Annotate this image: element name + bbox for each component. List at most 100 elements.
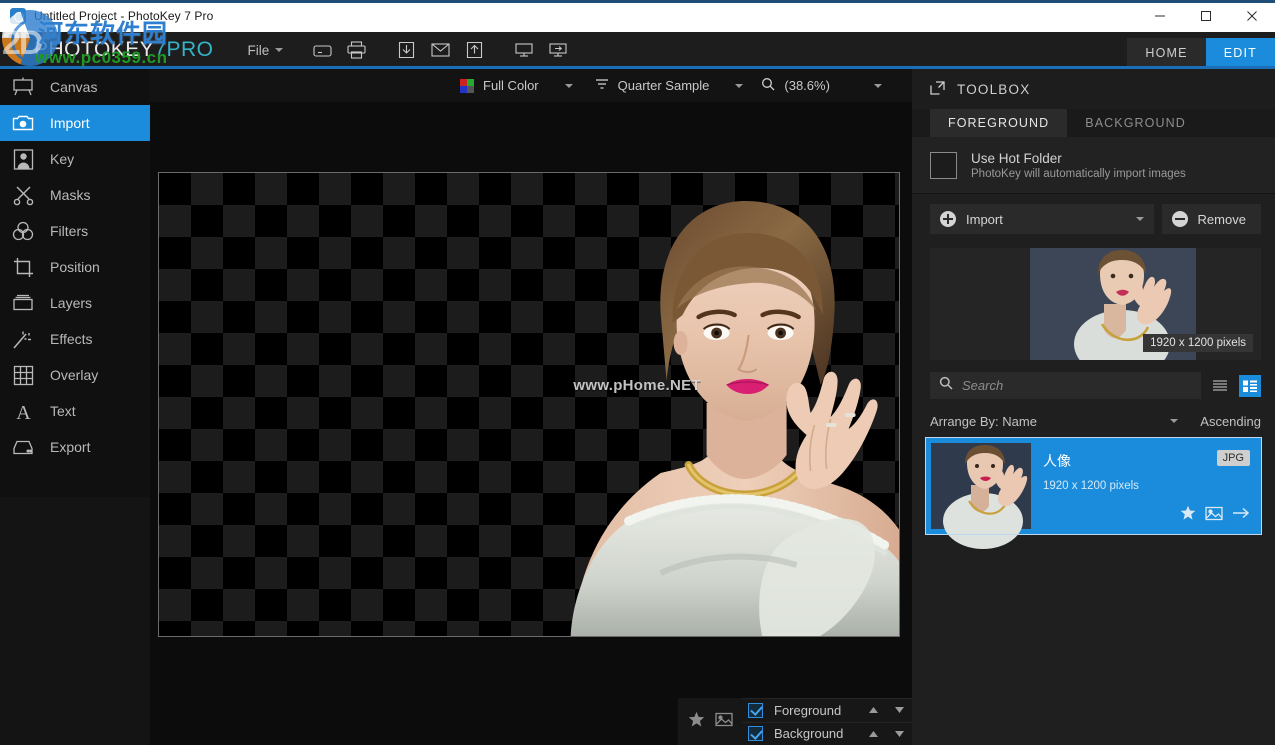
photokey-app-icon bbox=[10, 8, 26, 24]
star-icon[interactable] bbox=[688, 711, 705, 733]
toolbox-tabs: FOREGROUND BACKGROUND bbox=[912, 109, 1275, 137]
popout-icon[interactable] bbox=[930, 80, 945, 98]
monitor-icon[interactable] bbox=[509, 37, 539, 63]
toolbox-panel: TOOLBOX FOREGROUND BACKGROUND Use Hot Fo… bbox=[912, 69, 1275, 745]
arrow-up-icon[interactable] bbox=[860, 706, 886, 714]
sidebar-item-overlay[interactable]: Overlay bbox=[0, 357, 150, 393]
sidebar-item-layers[interactable]: Layers bbox=[0, 285, 150, 321]
layer-visibility-checkbox[interactable] bbox=[748, 702, 763, 718]
arrange-row: Arrange By: Name Ascending bbox=[912, 407, 1275, 435]
star-icon[interactable] bbox=[1180, 505, 1196, 526]
chevron-down-icon bbox=[735, 83, 744, 88]
window-controls bbox=[1137, 0, 1275, 32]
hot-folder-checkbox[interactable] bbox=[930, 151, 957, 179]
search-icon bbox=[939, 376, 953, 395]
image-preview[interactable]: 1920 x 1200 pixels bbox=[930, 248, 1261, 360]
toolbox-header: TOOLBOX bbox=[912, 69, 1275, 109]
canvas-area[interactable]: www.pHome.NET bbox=[150, 102, 912, 745]
title-bar: Untitled Project - PhotoKey 7 Pro bbox=[0, 0, 1275, 32]
arrange-by-dropdown[interactable]: Arrange By: Name bbox=[930, 414, 1037, 429]
list-view-icon[interactable] bbox=[1209, 375, 1231, 397]
image-icon[interactable] bbox=[1205, 506, 1223, 526]
file-list: 人像 1920 x 1200 pixels JPG bbox=[912, 435, 1275, 549]
import-icon[interactable] bbox=[391, 37, 421, 63]
logo-text-part1: PHOTOKEY bbox=[34, 38, 155, 61]
file-thumbnail bbox=[931, 443, 1031, 549]
sidebar-item-masks[interactable]: Masks bbox=[0, 177, 150, 213]
tab-foreground[interactable]: FOREGROUND bbox=[930, 109, 1068, 137]
sidebar-item-label: Import bbox=[50, 115, 90, 131]
image-icon[interactable] bbox=[714, 712, 733, 732]
chevron-down-icon[interactable] bbox=[1170, 419, 1179, 423]
zoom-dropdown[interactable]: (38.6%) bbox=[761, 69, 894, 102]
grid-view-icon[interactable] bbox=[1239, 374, 1261, 397]
zoom-level-label: (38.6%) bbox=[784, 78, 830, 93]
sidebar-item-position[interactable]: Position bbox=[0, 249, 150, 285]
logo-version-number: 7 bbox=[154, 38, 167, 61]
option-bar: Full Color Quarter Sample (38.6%) bbox=[150, 69, 912, 102]
remove-button-label: Remove bbox=[1197, 211, 1246, 227]
sidebar-item-label: Effects bbox=[50, 331, 93, 347]
remove-button[interactable]: Remove bbox=[1161, 204, 1261, 234]
import-remove-row: Import Remove bbox=[912, 194, 1275, 242]
search-row bbox=[912, 360, 1275, 407]
import-button[interactable]: Import bbox=[930, 204, 1154, 234]
print-icon[interactable] bbox=[341, 37, 371, 63]
sidebar-item-key[interactable]: Key bbox=[0, 141, 150, 177]
sidebar-item-filters[interactable]: Filters bbox=[0, 213, 150, 249]
minimize-icon[interactable] bbox=[1137, 0, 1183, 32]
layer-row-foreground[interactable]: Foreground bbox=[742, 698, 912, 722]
sample-mode-label: Quarter Sample bbox=[617, 78, 710, 93]
title-bar-accent bbox=[0, 0, 1275, 3]
sample-mode-dropdown[interactable]: Quarter Sample bbox=[595, 69, 756, 102]
sort-order-button[interactable]: Ascending bbox=[1200, 414, 1261, 429]
color-mode-label: Full Color bbox=[483, 78, 539, 93]
close-icon[interactable] bbox=[1229, 0, 1275, 32]
app-ribbon: PHOTOKEY7PRO File HOME EDIT bbox=[0, 32, 1275, 68]
sidebar-item-export[interactable]: Export bbox=[0, 429, 150, 465]
sidebar-item-label: Export bbox=[50, 439, 91, 455]
search-input[interactable] bbox=[962, 378, 1192, 393]
chevron-down-icon[interactable] bbox=[1135, 217, 1144, 221]
tab-background[interactable]: BACKGROUND bbox=[1067, 109, 1204, 137]
search-box[interactable] bbox=[930, 372, 1201, 399]
file-extension-badge: JPG bbox=[1216, 450, 1250, 466]
export-icon[interactable] bbox=[459, 37, 489, 63]
color-mode-dropdown[interactable]: Full Color bbox=[460, 69, 585, 102]
tab-home[interactable]: HOME bbox=[1127, 38, 1206, 68]
file-meta: 人像 1920 x 1200 pixels JPG bbox=[1043, 443, 1256, 529]
canvas-transparency-frame[interactable]: www.pHome.NET bbox=[158, 172, 900, 637]
sidebar-item-canvas[interactable]: Canvas bbox=[0, 69, 150, 105]
layers-icon bbox=[10, 291, 36, 315]
list-item[interactable]: 人像 1920 x 1200 pixels JPG bbox=[925, 437, 1262, 549]
layers-rows: Foreground Background bbox=[742, 698, 912, 745]
photokey-app-window: Untitled Project - PhotoKey 7 Pro PHOTOK… bbox=[0, 0, 1275, 745]
magic-wand-icon bbox=[10, 327, 36, 351]
layers-icon-group bbox=[678, 698, 742, 745]
sidebar-item-label: Layers bbox=[50, 295, 93, 311]
file-menu-button[interactable]: File bbox=[248, 43, 284, 58]
sidebar-item-text[interactable]: A Text bbox=[0, 393, 150, 429]
maximize-icon[interactable] bbox=[1183, 0, 1229, 32]
arrow-down-icon[interactable] bbox=[886, 730, 912, 738]
sidebar-item-label: Filters bbox=[50, 223, 89, 239]
tab-edit[interactable]: EDIT bbox=[1205, 38, 1275, 68]
export-drive-icon bbox=[10, 435, 36, 459]
arrow-up-icon[interactable] bbox=[860, 730, 886, 738]
hot-folder-section[interactable]: Use Hot Folder PhotoKey will automatical… bbox=[912, 137, 1275, 194]
layer-visibility-checkbox[interactable] bbox=[748, 726, 763, 742]
email-icon[interactable] bbox=[425, 37, 455, 63]
save-icon[interactable] bbox=[307, 37, 337, 63]
funnel-icon bbox=[595, 78, 609, 94]
file-dimensions: 1920 x 1200 pixels bbox=[1043, 480, 1139, 492]
scissors-icon bbox=[10, 183, 36, 207]
monitor-transfer-icon[interactable] bbox=[543, 37, 573, 63]
text-a-icon: A bbox=[10, 399, 36, 424]
sidebar-item-import[interactable]: Import bbox=[0, 105, 150, 141]
layer-row-background[interactable]: Background bbox=[742, 721, 912, 745]
sidebar-item-effects[interactable]: Effects bbox=[0, 321, 150, 357]
arrow-down-icon[interactable] bbox=[886, 706, 912, 714]
arrow-right-icon[interactable] bbox=[1232, 506, 1250, 525]
sidebar-item-label: Position bbox=[50, 259, 100, 275]
sidebar-item-label: Overlay bbox=[50, 367, 99, 383]
